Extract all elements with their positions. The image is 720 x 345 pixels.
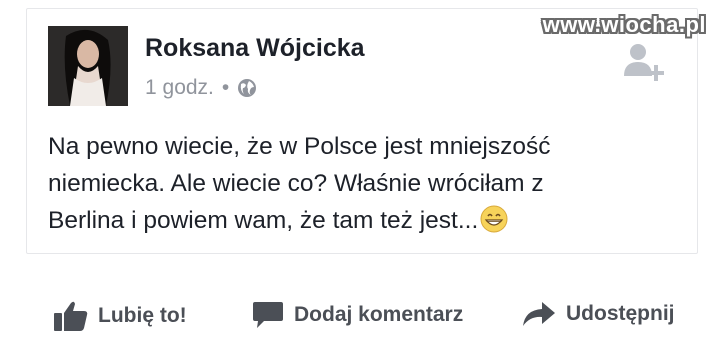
add-friend-icon[interactable] [624, 42, 672, 82]
globe-icon[interactable] [237, 78, 257, 98]
like-button[interactable]: Lubię to! [54, 300, 187, 332]
profile-photo [48, 26, 128, 106]
avatar[interactable] [48, 26, 128, 106]
post-text-line: niemiecka. Ale wiecie co? Właśnie wrócił… [48, 170, 544, 197]
post-text-line-content: Berlina i powiem wam, że tam też jest... [48, 207, 479, 234]
comment-icon [253, 302, 283, 328]
thumbs-up-icon [54, 301, 88, 331]
comment-button[interactable]: Dodaj komentarz [252, 300, 463, 330]
watermark: www.wiocha.pl [542, 12, 706, 37]
post-text-line: Berlina i powiem wam, że tam też jest... [48, 202, 648, 239]
post-text-line: Na pewno wiecie, że w Polsce jest mniejs… [48, 133, 551, 160]
author-name[interactable]: Roksana Wójcicka [145, 34, 365, 63]
post-text: Na pewno wiecie, że w Polsce jest mniejs… [48, 128, 648, 239]
post-time[interactable]: 1 godz. [145, 76, 214, 100]
like-label: Lubię to! [98, 304, 187, 327]
comment-label: Dodaj komentarz [294, 303, 464, 326]
share-button[interactable]: Udostępnij [522, 300, 675, 328]
share-label: Udostępnij [566, 302, 675, 325]
meta-separator: • [221, 76, 230, 99]
action-bar: Lubię to! Dodaj komentarz Udostępnij [0, 300, 720, 340]
post-meta: 1 godz. • [145, 76, 257, 100]
share-arrow-icon [523, 302, 555, 326]
grinning-face-emoji [480, 205, 508, 233]
